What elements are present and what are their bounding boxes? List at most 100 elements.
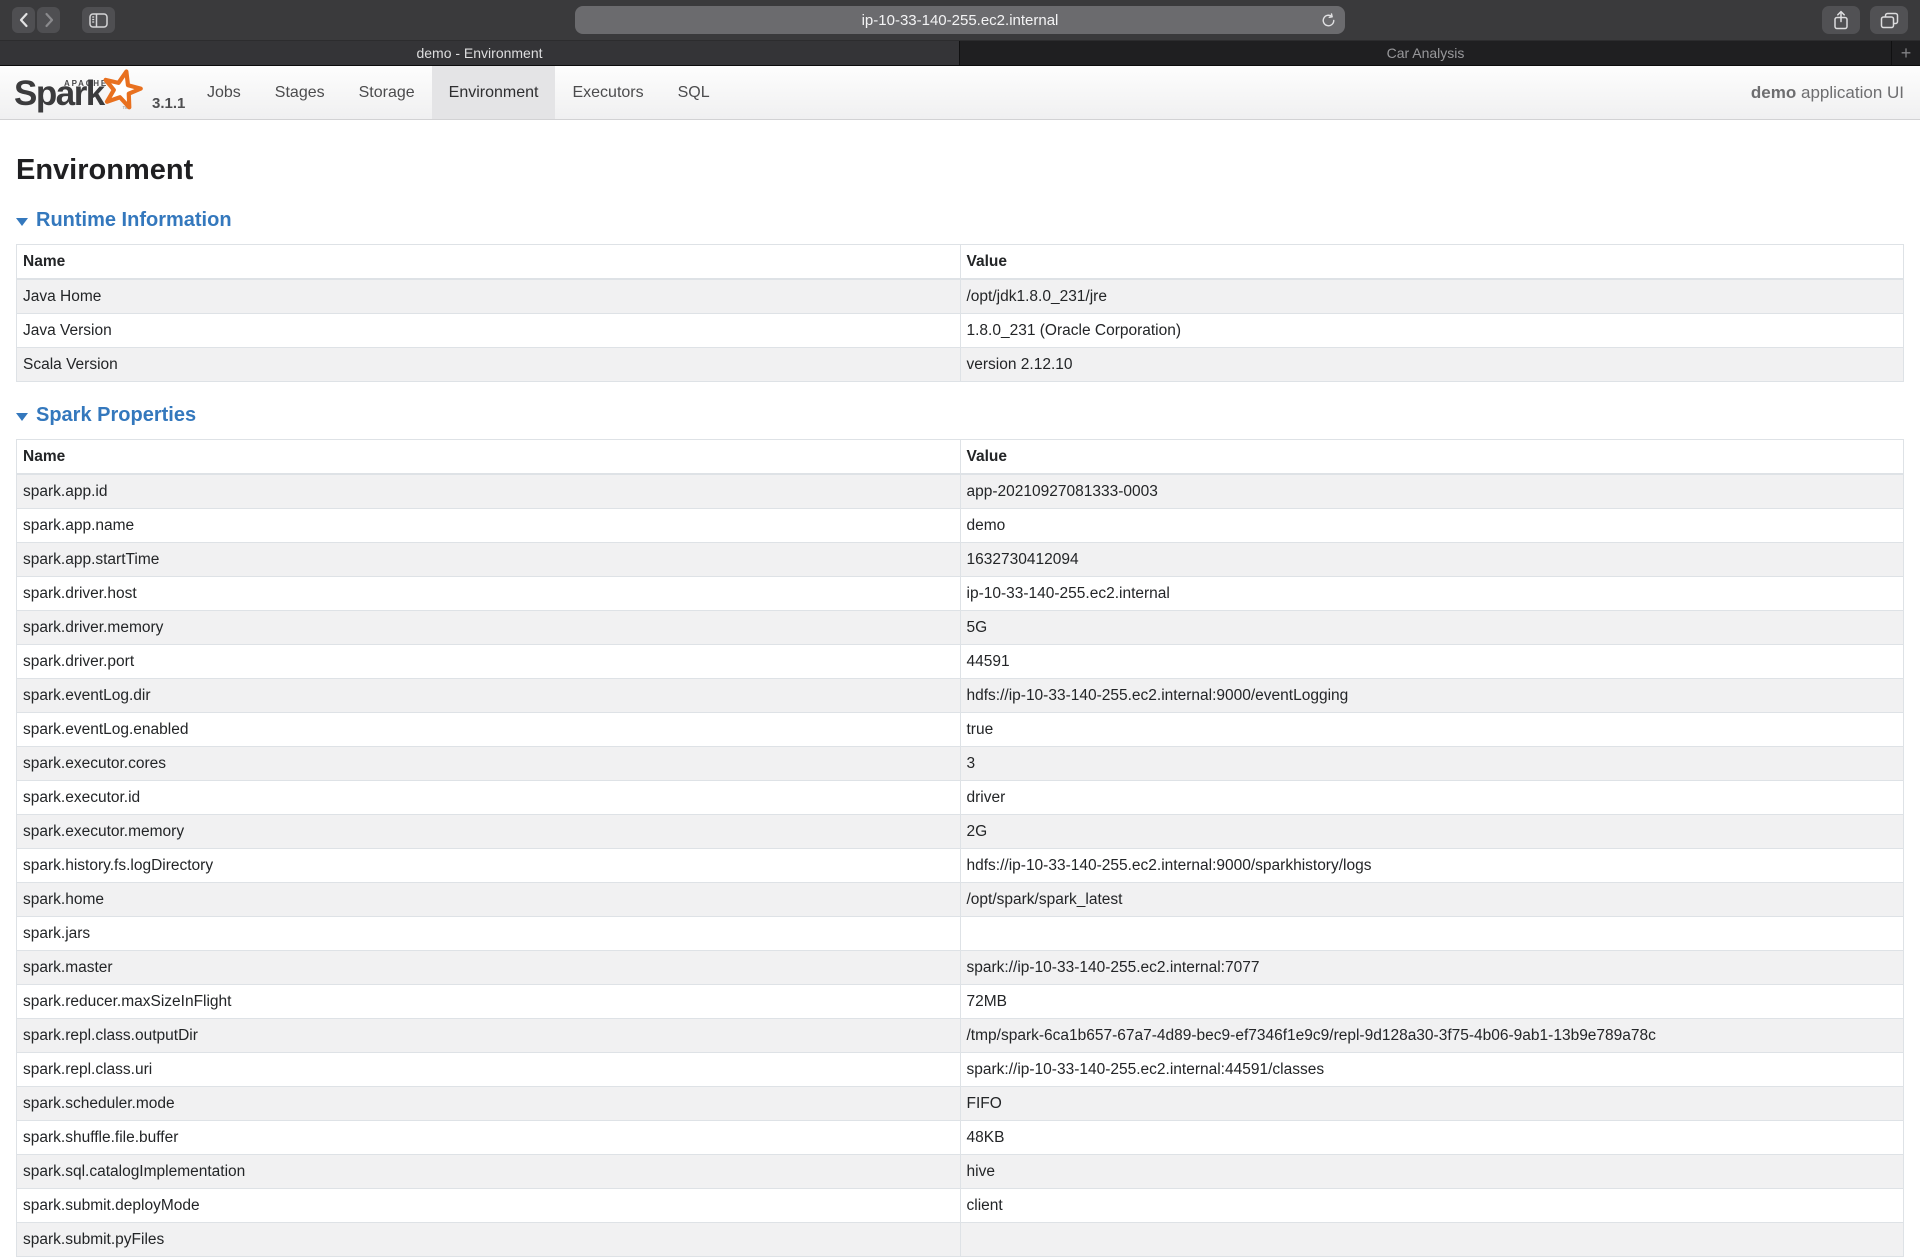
property-value-cell [960, 1223, 1904, 1257]
property-name-cell: spark.submit.pyFiles [17, 1223, 961, 1257]
table-row: spark.submit.deployModeclient [17, 1189, 1904, 1223]
table-row: spark.history.fs.logDirectoryhdfs://ip-1… [17, 849, 1904, 883]
property-value-cell: app-20210927081333-0003 [960, 474, 1904, 509]
table-row: spark.repl.class.urispark://ip-10-33-140… [17, 1053, 1904, 1087]
property-name-cell: spark.submit.deployMode [17, 1189, 961, 1223]
table-row: spark.app.namedemo [17, 509, 1904, 543]
spark-wordmark: Spark [14, 74, 104, 114]
property-value-cell: driver [960, 781, 1904, 815]
section-title: Runtime Information [36, 209, 232, 232]
table-row: spark.masterspark://ip-10-33-140-255.ec2… [17, 951, 1904, 985]
property-name-cell: Scala Version [17, 348, 961, 382]
collapse-caret-icon [16, 218, 28, 226]
property-name-cell: Java Version [17, 314, 961, 348]
app-ui-suffix: application UI [1796, 83, 1904, 102]
property-value-cell: 48KB [960, 1121, 1904, 1155]
property-name-cell: spark.driver.port [17, 645, 961, 679]
property-name-cell: spark.master [17, 951, 961, 985]
table-row: spark.driver.hostip-10-33-140-255.ec2.in… [17, 577, 1904, 611]
property-value-cell: spark://ip-10-33-140-255.ec2.internal:44… [960, 1053, 1904, 1087]
table-row: spark.eventLog.enabledtrue [17, 713, 1904, 747]
table-header-row: NameValue [17, 245, 1904, 280]
nav-item-storage[interactable]: Storage [342, 66, 432, 119]
column-header: Name [17, 440, 961, 475]
forward-icon [43, 12, 55, 28]
tab-demo-environment[interactable]: demo - Environment [0, 41, 960, 65]
property-name-cell: spark.sql.catalogImplementation [17, 1155, 961, 1189]
table-row: spark.home/opt/spark/spark_latest [17, 883, 1904, 917]
table-row: spark.executor.cores3 [17, 747, 1904, 781]
spark-nav: JobsStagesStorageEnvironmentExecutorsSQL [190, 66, 727, 119]
section-title: Spark Properties [36, 404, 196, 427]
sidebar-toggle-button[interactable] [82, 7, 115, 33]
property-value-cell: FIFO [960, 1087, 1904, 1121]
table-row: spark.jars [17, 917, 1904, 951]
table-row: Java Home/opt/jdk1.8.0_231/jre [17, 279, 1904, 314]
property-name-cell: spark.repl.class.outputDir [17, 1019, 961, 1053]
property-value-cell: 1632730412094 [960, 543, 1904, 577]
nav-item-sql[interactable]: SQL [661, 66, 727, 119]
property-name-cell: spark.driver.host [17, 577, 961, 611]
nav-item-executors[interactable]: Executors [555, 66, 660, 119]
spark-header: APACHE Spark ™ 3.1.1 JobsStagesStorageEn… [0, 66, 1920, 120]
table-row: spark.shuffle.file.buffer48KB [17, 1121, 1904, 1155]
reload-button[interactable] [1320, 12, 1336, 28]
tab-overview-button[interactable] [1870, 6, 1908, 34]
table-row: spark.driver.port44591 [17, 645, 1904, 679]
spark-logo[interactable]: APACHE Spark ™ 3.1.1 [0, 66, 190, 119]
runtime-information-table: NameValueJava Home/opt/jdk1.8.0_231/jreJ… [16, 244, 1904, 382]
property-name-cell: spark.reducer.maxSizeInFlight [17, 985, 961, 1019]
property-name-cell: spark.history.fs.logDirectory [17, 849, 961, 883]
property-name-cell: Java Home [17, 279, 961, 314]
column-header: Value [960, 440, 1904, 475]
property-value-cell: spark://ip-10-33-140-255.ec2.internal:70… [960, 951, 1904, 985]
url-field[interactable]: ip-10-33-140-255.ec2.internal [575, 6, 1345, 34]
table-row: spark.app.startTime1632730412094 [17, 543, 1904, 577]
property-name-cell: spark.shuffle.file.buffer [17, 1121, 961, 1155]
table-row: Java Version1.8.0_231 (Oracle Corporatio… [17, 314, 1904, 348]
property-value-cell: /tmp/spark-6ca1b657-67a7-4d89-bec9-ef734… [960, 1019, 1904, 1053]
collapse-caret-icon [16, 413, 28, 421]
nav-item-jobs[interactable]: Jobs [190, 66, 258, 119]
property-value-cell: client [960, 1189, 1904, 1223]
property-value-cell: ip-10-33-140-255.ec2.internal [960, 577, 1904, 611]
reload-icon [1321, 13, 1336, 28]
spark-star-icon [100, 67, 144, 116]
section-spark-properties-header[interactable]: Spark Properties [16, 404, 1904, 427]
share-button[interactable] [1822, 6, 1860, 34]
table-row: spark.repl.class.outputDir/tmp/spark-6ca… [17, 1019, 1904, 1053]
property-value-cell: 3 [960, 747, 1904, 781]
share-icon [1833, 10, 1849, 30]
back-button[interactable] [12, 7, 35, 33]
tab-title: demo - Environment [416, 45, 542, 61]
column-header: Name [17, 245, 961, 280]
property-name-cell: spark.executor.cores [17, 747, 961, 781]
page-content: Environment Runtime Information NameValu… [0, 154, 1920, 1257]
property-name-cell: spark.home [17, 883, 961, 917]
forward-button[interactable] [37, 7, 60, 33]
table-row: spark.executor.iddriver [17, 781, 1904, 815]
app-name: demo [1751, 83, 1796, 102]
tab-title: Car Analysis [1387, 45, 1465, 61]
property-name-cell: spark.app.startTime [17, 543, 961, 577]
plus-icon: + [1901, 43, 1912, 64]
new-tab-button[interactable]: + [1892, 41, 1920, 65]
app-ui-label: demo application UI [1751, 83, 1920, 103]
property-value-cell: 5G [960, 611, 1904, 645]
table-row: spark.submit.pyFiles [17, 1223, 1904, 1257]
sidebar-icon [89, 13, 108, 28]
nav-item-environment[interactable]: Environment [432, 66, 556, 119]
tab-car-analysis[interactable]: Car Analysis [960, 41, 1892, 65]
property-name-cell: spark.executor.memory [17, 815, 961, 849]
tab-overview-icon [1880, 12, 1899, 29]
table-row: spark.app.idapp-20210927081333-0003 [17, 474, 1904, 509]
property-value-cell: 44591 [960, 645, 1904, 679]
property-value-cell: 72MB [960, 985, 1904, 1019]
property-name-cell: spark.eventLog.dir [17, 679, 961, 713]
section-runtime-information-header[interactable]: Runtime Information [16, 209, 1904, 232]
table-row: spark.eventLog.dirhdfs://ip-10-33-140-25… [17, 679, 1904, 713]
nav-item-stages[interactable]: Stages [258, 66, 342, 119]
browser-toolbar: ip-10-33-140-255.ec2.internal [0, 0, 1920, 40]
property-name-cell: spark.app.id [17, 474, 961, 509]
table-row: Scala Versionversion 2.12.10 [17, 348, 1904, 382]
